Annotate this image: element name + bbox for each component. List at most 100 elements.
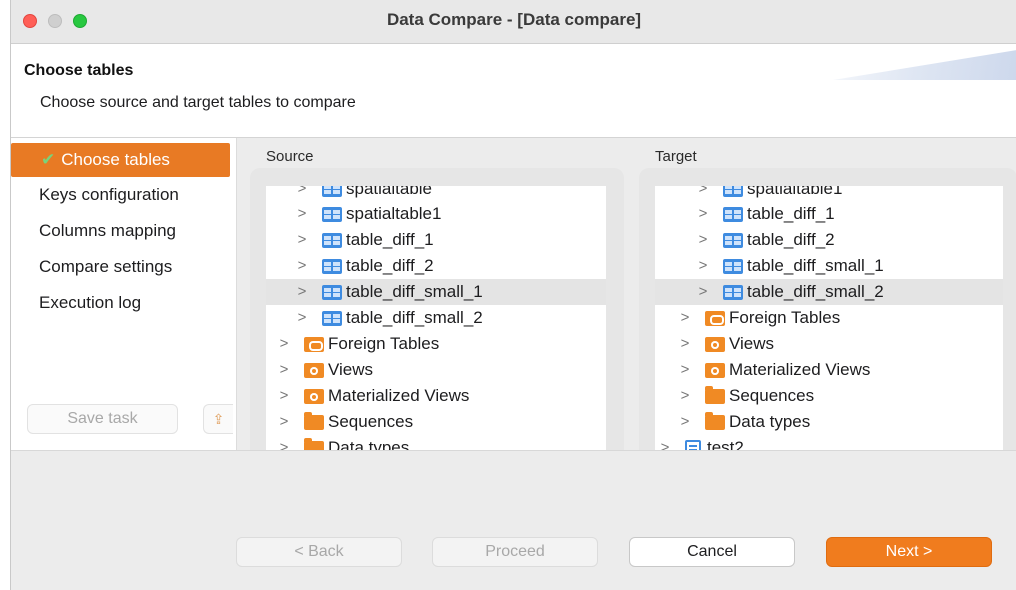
view-icon: [304, 363, 324, 378]
table-icon: [322, 311, 342, 326]
tree-row[interactable]: > Data types: [266, 435, 606, 450]
back-button[interactable]: < Back: [236, 537, 402, 567]
chevron-right-icon[interactable]: >: [296, 227, 308, 253]
tree-row-selected[interactable]: > table_diff_small_2: [655, 279, 1003, 305]
tree-row[interactable]: > Data types: [655, 409, 1003, 435]
chevron-right-icon[interactable]: >: [278, 383, 290, 409]
chevron-right-icon[interactable]: >: [278, 435, 290, 450]
chevron-right-icon[interactable]: >: [278, 409, 290, 435]
tree-row-label: Views: [729, 334, 775, 353]
chevron-right-icon[interactable]: >: [278, 331, 290, 357]
tree-row-label: table_diff_small_2: [747, 282, 884, 301]
chevron-right-icon[interactable]: >: [296, 305, 308, 331]
source-panel: Source > spatialtable > spatialtable1 > …: [250, 138, 624, 450]
proceed-button[interactable]: Proceed: [432, 537, 598, 567]
wizard-header: Choose tables Choose source and target t…: [11, 44, 1016, 138]
chevron-right-icon[interactable]: >: [296, 186, 308, 202]
save-task-button[interactable]: Save task: [27, 404, 178, 434]
tree-row-label: Data types: [729, 412, 811, 431]
tree-row[interactable]: > Views: [266, 357, 606, 383]
nav-item-label: Keys configuration: [39, 185, 179, 204]
tree-row-label: Data types: [328, 438, 410, 450]
tree-row[interactable]: > spatialtable1: [655, 186, 1003, 202]
tree-row[interactable]: > Sequences: [266, 409, 606, 435]
tree-row[interactable]: > Materialized Views: [655, 357, 1003, 383]
tree-row-label: table_diff_small_1: [747, 256, 884, 275]
nav-item-label: Compare settings: [39, 257, 173, 276]
tree-row[interactable]: > Materialized Views: [266, 383, 606, 409]
chevron-right-icon[interactable]: >: [296, 253, 308, 279]
view-icon: [304, 389, 324, 404]
table-icon: [322, 285, 342, 300]
chevron-right-icon[interactable]: >: [679, 409, 691, 435]
nav-item-execution-log[interactable]: Execution log: [11, 286, 230, 320]
tree-row-label: spatialtable1: [747, 186, 843, 198]
nav-item-choose-tables[interactable]: ✔ Choose tables: [11, 143, 230, 177]
wizard-button-bar: < Back Proceed Cancel Next >: [11, 450, 1016, 590]
target-tree-frame: > spatialtable1 > table_diff_1 > table_d…: [639, 168, 1016, 450]
table-icon: [322, 207, 342, 222]
cancel-button[interactable]: Cancel: [629, 537, 795, 567]
nav-item-label: Choose tables: [61, 150, 170, 169]
chevron-right-icon[interactable]: >: [679, 383, 691, 409]
checkmark-icon: ✔: [41, 150, 56, 169]
target-tree[interactable]: > spatialtable1 > table_diff_1 > table_d…: [655, 186, 1003, 450]
tree-row-label: table_diff_small_2: [346, 308, 483, 327]
tree-row[interactable]: > test2: [655, 435, 1003, 450]
chevron-right-icon[interactable]: >: [697, 253, 709, 279]
tree-row[interactable]: > table_diff_2: [266, 253, 606, 279]
folder-icon: [304, 438, 324, 450]
export-icon[interactable]: ⇪: [203, 404, 233, 434]
chevron-right-icon[interactable]: >: [659, 435, 671, 450]
nav-item-label: Columns mapping: [39, 221, 177, 240]
tree-row[interactable]: > Foreign Tables: [266, 331, 606, 357]
tree-row-label: spatialtable: [346, 186, 433, 198]
nav-item-label: Execution log: [39, 293, 142, 312]
table-icon: [723, 285, 743, 300]
table-icon: [322, 233, 342, 248]
view-icon: [705, 337, 725, 352]
nav-item-compare-settings[interactable]: Compare settings: [11, 250, 230, 284]
tree-row[interactable]: > table_diff_small_2: [266, 305, 606, 331]
table-icon: [723, 233, 743, 248]
header-banner-decoration: [833, 50, 1016, 80]
window-title: Data Compare - [Data compare]: [386, 10, 642, 29]
tree-row-label: table_diff_2: [346, 256, 434, 275]
tree-row[interactable]: > table_diff_1: [655, 201, 1003, 227]
chevron-right-icon[interactable]: >: [697, 201, 709, 227]
tree-row-label: Foreign Tables: [328, 334, 440, 353]
chevron-right-icon[interactable]: >: [679, 331, 691, 357]
view-icon: [705, 363, 725, 378]
table-icon: [723, 207, 743, 222]
chevron-right-icon[interactable]: >: [278, 357, 290, 383]
chevron-right-icon[interactable]: >: [697, 279, 709, 305]
folder-icon: [705, 386, 725, 404]
source-label: Source: [266, 148, 314, 165]
tree-row[interactable]: > table_diff_2: [655, 227, 1003, 253]
tree-row[interactable]: > table_diff_small_1: [655, 253, 1003, 279]
split-divider[interactable]: [236, 138, 250, 450]
tree-row[interactable]: > spatialtable1: [266, 201, 606, 227]
chevron-right-icon[interactable]: >: [679, 357, 691, 383]
next-button[interactable]: Next >: [826, 537, 992, 567]
chevron-right-icon[interactable]: >: [679, 305, 691, 331]
chevron-right-icon[interactable]: >: [697, 227, 709, 253]
nav-item-keys-configuration[interactable]: Keys configuration: [11, 178, 230, 212]
tree-row[interactable]: > spatialtable: [266, 186, 606, 202]
target-panel: Target > spatialtable1 > table_diff_1 > …: [639, 138, 1016, 450]
chevron-right-icon[interactable]: >: [697, 186, 709, 202]
chevron-right-icon[interactable]: >: [296, 201, 308, 227]
page-title: Choose tables: [24, 62, 134, 79]
tree-row-selected[interactable]: > table_diff_small_1: [266, 279, 606, 305]
tree-row[interactable]: > Sequences: [655, 383, 1003, 409]
source-tree[interactable]: > spatialtable > spatialtable1 > table_d…: [266, 186, 606, 450]
tree-row-label: table_diff_1: [346, 230, 434, 249]
chevron-right-icon[interactable]: >: [296, 279, 308, 305]
tree-row-label: table_diff_2: [747, 230, 835, 249]
nav-item-columns-mapping[interactable]: Columns mapping: [11, 214, 230, 248]
tree-row[interactable]: > table_diff_1: [266, 227, 606, 253]
table-icon: [322, 259, 342, 274]
tree-row[interactable]: > Foreign Tables: [655, 305, 1003, 331]
source-tree-frame: > spatialtable > spatialtable1 > table_d…: [250, 168, 624, 450]
tree-row[interactable]: > Views: [655, 331, 1003, 357]
